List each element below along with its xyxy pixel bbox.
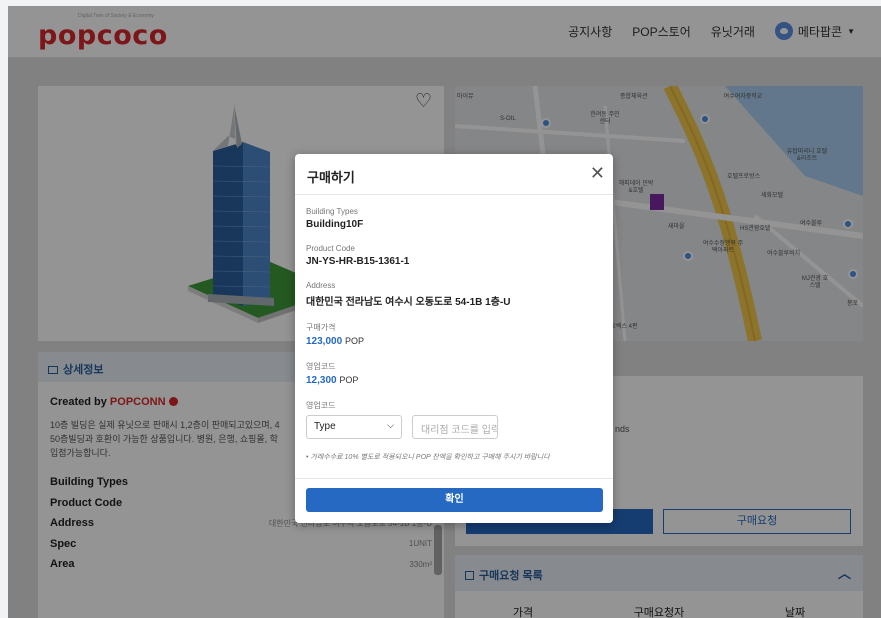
fee-notice: • 거래수수료 10% 별도로 적용되오니 POP 잔액을 확인하고 구매해 주… <box>306 454 550 461</box>
modal-body: Building Types Building10F Product Code … <box>295 195 613 462</box>
agency-code-input[interactable]: 대리점 코드를 입력하세요 <box>412 415 498 439</box>
sales-value: 12,300 <box>306 375 337 386</box>
close-icon[interactable]: ✕ <box>590 163 605 183</box>
type-select-value: Type <box>314 421 336 432</box>
sales-code-label: 영업코드 <box>306 362 336 371</box>
confirm-button[interactable]: 확인 <box>306 488 603 512</box>
modal-title: 구매하기 <box>307 170 355 185</box>
product-code-label: Product Code <box>306 244 355 253</box>
price-unit: POP <box>344 336 364 346</box>
sales-amount: 12,300 POP <box>306 375 602 386</box>
address-label: Address <box>306 281 336 290</box>
product-code-value: JN-YS-HR-B15-1361-1 <box>306 256 410 267</box>
purchase-modal: 구매하기 ✕ Building Types Building10F Produc… <box>295 154 613 523</box>
code-label: 영업코드 <box>306 401 336 410</box>
price-value: 123,000 <box>306 336 343 347</box>
building-types-label: Building Types <box>306 207 358 216</box>
modal-header: 구매하기 ✕ <box>295 154 613 195</box>
chevron-down-icon: ⌵ <box>387 420 394 430</box>
address-value: 대한민국 전라남도 여수시 오동도로 54-1B 1층-U <box>306 297 511 308</box>
price-label: 구매가격 <box>306 323 336 332</box>
modal-footer: 확인 <box>295 478 613 523</box>
price-amount: 123,000 POP <box>306 336 602 347</box>
building-types-value: Building10F <box>306 219 364 230</box>
sales-unit: POP <box>339 375 359 385</box>
type-select[interactable]: Type ⌵ <box>306 415 402 439</box>
code-input-row: Type ⌵ 대리점 코드를 입력하세요 <box>306 415 602 439</box>
